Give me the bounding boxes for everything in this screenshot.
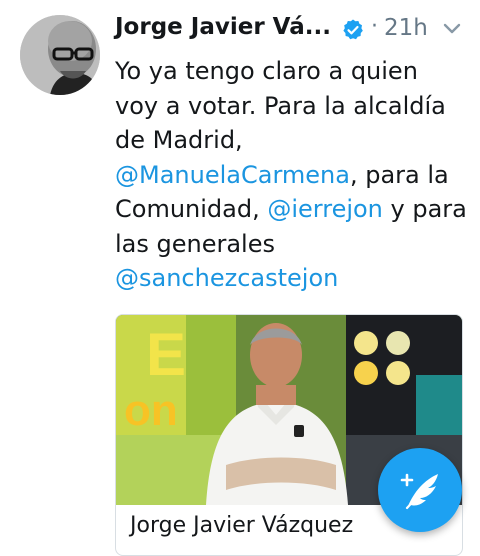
tweet-text-line: @ManuelaCarmena, para la — [115, 158, 475, 193]
tweet-text: Yo ya tengo claro a quien voy a votar. P… — [115, 54, 475, 296]
timestamp[interactable]: 21h — [384, 15, 428, 41]
tweet-text-line: Comunidad, @ierrejon y para — [115, 192, 475, 227]
profile-photo — [20, 15, 100, 95]
tweet-header: Jorge Javier Vá... · 21h — [115, 12, 470, 48]
tweet-text-fragment: , para la — [349, 160, 449, 189]
card-title[interactable]: Jorge Javier Vázquez — [130, 513, 353, 538]
compose-tweet-button[interactable] — [378, 448, 462, 532]
tweet-text-line: Yo ya tengo claro a quien — [115, 57, 418, 85]
tweet-text-fragment: Comunidad, — [115, 195, 268, 223]
mention-link[interactable]: @ManuelaCarmena — [115, 161, 350, 189]
mention-link[interactable]: @sanchezcastejon — [115, 264, 338, 292]
avatar[interactable] — [20, 15, 100, 95]
mention-link[interactable]: @ierrejon — [267, 195, 383, 223]
verified-badge-icon — [343, 19, 363, 40]
tweet-text-line: @sanchezcastejon — [115, 261, 475, 296]
display-name[interactable]: Jorge Javier Vá... — [115, 14, 331, 40]
svg-text:on: on — [124, 386, 178, 435]
tweet-text-line: voy a votar. Para la alcaldía — [115, 91, 446, 120]
tweet[interactable]: Jorge Javier Vá... · 21h Yo ya tengo cla… — [0, 0, 480, 556]
compose-feather-icon — [400, 473, 438, 510]
tweet-text-fragment: y para — [382, 195, 467, 223]
separator-dot: · — [371, 14, 378, 39]
tweet-text-line: de Madrid, — [115, 126, 243, 154]
tweet-text-line: las generales — [115, 229, 275, 258]
svg-text:E: E — [146, 321, 186, 388]
chevron-down-icon[interactable] — [442, 22, 462, 36]
